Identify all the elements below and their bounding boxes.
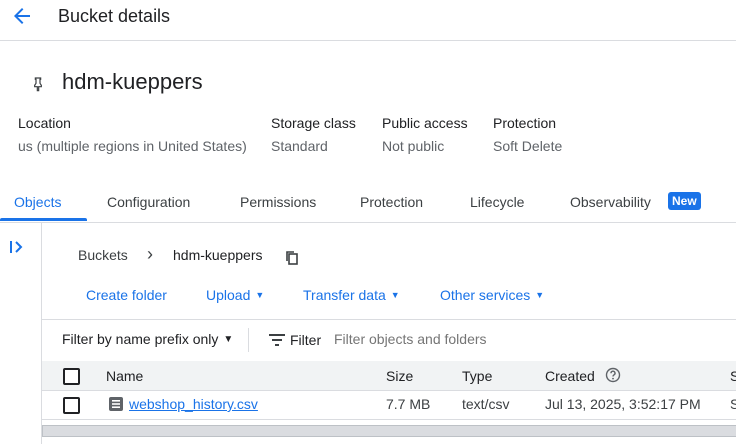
page-title: Bucket details bbox=[58, 6, 171, 26]
tab-bar: Objects Configuration Permissions Protec… bbox=[0, 184, 736, 223]
upload-label: Upload bbox=[206, 287, 251, 303]
table-header: Name Size Type Created S bbox=[42, 361, 736, 391]
filter-label: Filter bbox=[290, 332, 322, 348]
location-value: us (multiple regions in United States) bbox=[18, 138, 247, 154]
dropdown-icon: ▼ bbox=[390, 290, 400, 300]
dropdown-icon: ▼ bbox=[223, 334, 234, 345]
file-created: Jul 13, 2025, 3:52:17 PM bbox=[545, 396, 701, 412]
left-rail bbox=[0, 223, 42, 444]
tab-objects[interactable]: Objects bbox=[14, 194, 61, 210]
help-icon[interactable] bbox=[605, 367, 621, 383]
bucket-name: hdm-kueppers bbox=[62, 69, 203, 94]
column-type[interactable]: Type bbox=[462, 368, 492, 384]
column-name[interactable]: Name bbox=[106, 368, 143, 384]
breadcrumb-separator: › bbox=[147, 244, 153, 264]
file-size: 7.7 MB bbox=[386, 396, 431, 412]
column-next[interactable]: S bbox=[730, 368, 736, 384]
new-badge: New bbox=[668, 192, 701, 210]
column-size[interactable]: Size bbox=[386, 368, 413, 384]
other-services-label: Other services bbox=[440, 287, 531, 303]
back-arrow-icon[interactable] bbox=[10, 4, 34, 28]
file-type: text/csv bbox=[462, 396, 510, 412]
transfer-data-label: Transfer data bbox=[303, 287, 386, 303]
filter-input[interactable] bbox=[334, 328, 714, 350]
storage-class-label: Storage class bbox=[271, 115, 356, 131]
row-checkbox[interactable] bbox=[63, 397, 80, 414]
select-all-checkbox[interactable] bbox=[63, 368, 80, 385]
breadcrumb-buckets[interactable]: Buckets bbox=[78, 247, 128, 263]
public-access-label: Public access bbox=[382, 115, 468, 131]
active-tab-indicator bbox=[0, 218, 87, 221]
horizontal-scrollbar[interactable] bbox=[42, 425, 736, 437]
other-services-button[interactable]: Other services ▼ bbox=[440, 287, 544, 303]
dropdown-icon: ▼ bbox=[535, 290, 545, 300]
column-created[interactable]: Created bbox=[545, 368, 595, 384]
tab-observability[interactable]: Observability bbox=[570, 194, 651, 210]
transfer-data-button[interactable]: Transfer data ▼ bbox=[303, 287, 400, 303]
filter-mode-label: Filter by name prefix only bbox=[62, 331, 219, 347]
tab-protection[interactable]: Protection bbox=[360, 194, 423, 210]
filter-bar: Filter by name prefix only ▼ Filter bbox=[42, 319, 736, 362]
location-label: Location bbox=[18, 115, 71, 131]
breadcrumb-current: hdm-kueppers bbox=[173, 247, 263, 263]
create-folder-button[interactable]: Create folder bbox=[86, 287, 167, 303]
public-access-value: Not public bbox=[382, 138, 445, 154]
filter-icon[interactable] bbox=[269, 333, 285, 347]
tab-configuration[interactable]: Configuration bbox=[107, 194, 190, 210]
table-row: webshop_history.csv 7.7 MB text/csv Jul … bbox=[42, 391, 736, 420]
protection-value: Soft Delete bbox=[493, 138, 563, 154]
storage-class-value: Standard bbox=[271, 138, 328, 154]
dropdown-icon: ▼ bbox=[255, 290, 265, 300]
file-next-column: S bbox=[730, 396, 736, 412]
tab-permissions[interactable]: Permissions bbox=[240, 194, 316, 210]
file-name-link[interactable]: webshop_history.csv bbox=[129, 396, 258, 412]
upload-button[interactable]: Upload ▼ bbox=[206, 287, 264, 303]
divider bbox=[248, 328, 249, 352]
copy-icon[interactable] bbox=[285, 250, 299, 266]
file-icon bbox=[109, 397, 123, 411]
protection-label: Protection bbox=[493, 115, 557, 131]
tab-lifecycle[interactable]: Lifecycle bbox=[470, 194, 524, 210]
pin-icon[interactable] bbox=[30, 76, 46, 92]
expand-panel-icon[interactable] bbox=[8, 238, 26, 256]
filter-mode-select[interactable]: Filter by name prefix only ▼ bbox=[62, 331, 233, 347]
